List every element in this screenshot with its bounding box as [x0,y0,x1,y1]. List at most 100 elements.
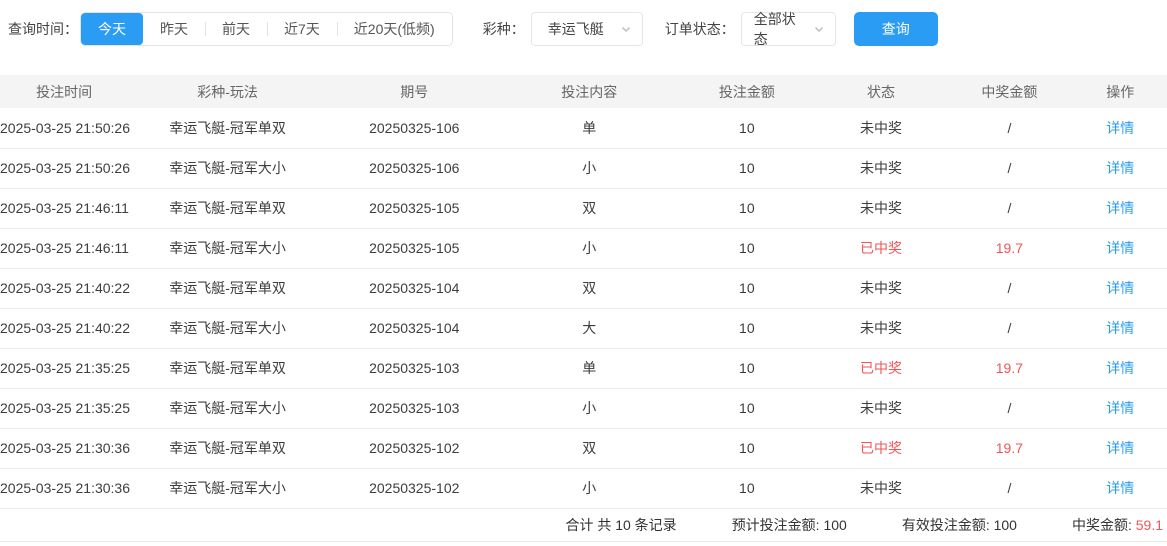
cell-bet-amount: 10 [676,428,817,469]
time-option-today[interactable]: 今天 [81,13,143,45]
cell-status: 已中奖 [816,348,946,389]
cell-lottery-play: 幸运飞艇-冠军单双 [128,348,327,389]
table-header-row: 投注时间 彩种-玩法 期号 投注内容 投注金额 状态 中奖金额 操作 [0,75,1167,108]
cell-bet-time: 2025-03-25 21:30:36 [0,468,130,509]
detail-link[interactable]: 详情 [1106,240,1134,256]
cell-issue: 20250325-106 [326,108,502,149]
cell-bet-content: 小 [501,388,677,429]
detail-link[interactable]: 详情 [1106,320,1134,336]
detail-link[interactable]: 详情 [1106,360,1134,376]
cell-bet-time: 2025-03-25 21:46:11 [0,188,129,229]
time-option-last20days[interactable]: 近20天(低频) [336,13,452,45]
cell-win-amount: / [945,308,1074,349]
query-button[interactable]: 查询 [853,12,938,46]
cell-issue: 20250325-104 [326,268,502,309]
col-header-issue: 期号 [326,75,502,108]
cell-bet-amount: 10 [676,228,817,269]
lottery-type-value: 幸运飞艇 [547,21,604,37]
cell-bet-content: 双 [501,428,677,469]
cell-lottery-play: 幸运飞艇-冠军单双 [128,188,327,229]
lottery-type-label: 彩种： [482,21,525,37]
cell-lottery-play: 幸运飞艇-冠军大小 [128,308,327,349]
cell-bet-amount: 10 [676,468,817,509]
table-row: 2025-03-25 21:40:22 幸运飞艇-冠军单双 20250325-1… [0,268,1167,309]
cell-win-amount: / [945,268,1074,309]
cell-bet-amount: 10 [676,268,817,309]
chevron-down-icon [814,26,823,33]
cell-lottery-play: 幸运飞艇-冠军大小 [128,468,327,509]
cell-action: 详情 [1073,388,1167,429]
cell-bet-content: 小 [501,468,677,509]
lottery-type-select[interactable]: 幸运飞艇 [530,12,643,46]
cell-status: 已中奖 [816,228,946,269]
cell-win-amount: 19.7 [945,348,1074,389]
cell-bet-time: 2025-03-25 21:40:22 [0,268,130,309]
cell-action: 详情 [1073,148,1167,189]
detail-link[interactable]: 详情 [1106,480,1134,496]
cell-bet-time: 2025-03-25 21:40:22 [0,308,130,349]
table-row: 2025-03-25 21:35:25 幸运飞艇-冠军大小 20250325-1… [0,388,1167,429]
chevron-down-icon [621,26,630,33]
cell-bet-time: 2025-03-25 21:35:25 [0,348,130,389]
cell-win-amount: 19.7 [945,428,1074,469]
cell-win-amount: / [945,388,1074,429]
cell-bet-time: 2025-03-25 21:30:36 [0,428,130,469]
cell-issue: 20250325-103 [326,388,502,429]
cell-lottery-play: 幸运飞艇-冠军大小 [128,388,327,429]
cell-action: 详情 [1073,348,1167,389]
bet-records-table: 投注时间 彩种-玩法 期号 投注内容 投注金额 状态 中奖金额 操作 2025-… [0,75,1167,509]
cell-lottery-play: 幸运飞艇-冠军大小 [128,228,327,269]
detail-link[interactable]: 详情 [1106,280,1134,296]
time-range-button-group: 今天 昨天 前天 近7天 近20天(低频) [80,12,453,46]
col-header-bet-time: 投注时间 [0,75,129,108]
cell-bet-content: 大 [501,308,677,349]
cell-bet-content: 小 [501,148,677,189]
cell-issue: 20250325-102 [326,428,502,469]
summary-win-amount: 中奖金额: 59.1 [1071,516,1163,533]
cell-bet-amount: 10 [676,188,817,229]
summary-bar: 合计 共 10 条记录 预计投注金额: 100 有效投注金额: 100 中奖金额… [0,509,1167,542]
cell-action: 详情 [1073,428,1167,469]
cell-bet-content: 单 [501,108,677,149]
table-row: 2025-03-25 21:35:25 幸运飞艇-冠军单双 20250325-1… [0,348,1167,389]
cell-bet-time: 2025-03-25 21:50:26 [0,108,130,149]
cell-issue: 20250325-105 [326,188,502,229]
cell-bet-amount: 10 [676,388,817,429]
cell-bet-time: 2025-03-25 21:50:26 [0,148,130,189]
cell-lottery-play: 幸运飞艇-冠军大小 [128,148,327,189]
cell-win-amount: 19.7 [945,228,1074,269]
order-status-value: 全部状态 [753,11,796,47]
table-row: 2025-03-25 21:50:26 幸运飞艇-冠军大小 20250325-1… [0,148,1167,189]
col-header-lottery-play: 彩种-玩法 [128,75,327,108]
cell-status: 未中奖 [816,308,946,349]
cell-issue: 20250325-103 [326,348,502,389]
cell-status: 已中奖 [816,428,946,469]
col-header-win-amount: 中奖金额 [945,75,1074,108]
time-option-day-before[interactable]: 前天 [205,13,267,45]
cell-bet-amount: 10 [676,308,817,349]
cell-bet-content: 单 [501,348,677,389]
col-header-bet-amount: 投注金额 [676,75,817,108]
table-row: 2025-03-25 21:30:36 幸运飞艇-冠军单双 20250325-1… [0,428,1167,469]
detail-link[interactable]: 详情 [1106,200,1134,216]
col-header-action: 操作 [1073,75,1167,108]
cell-status: 未中奖 [816,268,946,309]
detail-link[interactable]: 详情 [1106,440,1134,456]
detail-link[interactable]: 详情 [1106,400,1134,416]
cell-lottery-play: 幸运飞艇-冠军单双 [128,268,327,309]
cell-win-amount: / [945,148,1074,189]
detail-link[interactable]: 详情 [1106,120,1134,136]
time-option-last7days[interactable]: 近7天 [267,13,337,45]
cell-win-amount: / [945,188,1074,229]
cell-action: 详情 [1073,188,1167,229]
cell-action: 详情 [1073,268,1167,309]
time-option-yesterday[interactable]: 昨天 [143,13,205,45]
col-header-status: 状态 [816,75,946,108]
cell-status: 未中奖 [816,188,946,229]
table-row: 2025-03-25 21:50:26 幸运飞艇-冠军单双 20250325-1… [0,108,1167,149]
cell-status: 未中奖 [816,108,946,149]
detail-link[interactable]: 详情 [1106,160,1134,176]
cell-bet-amount: 10 [676,348,817,389]
table-row: 2025-03-25 21:40:22 幸运飞艇-冠军大小 20250325-1… [0,308,1167,349]
order-status-select[interactable]: 全部状态 [740,11,836,47]
